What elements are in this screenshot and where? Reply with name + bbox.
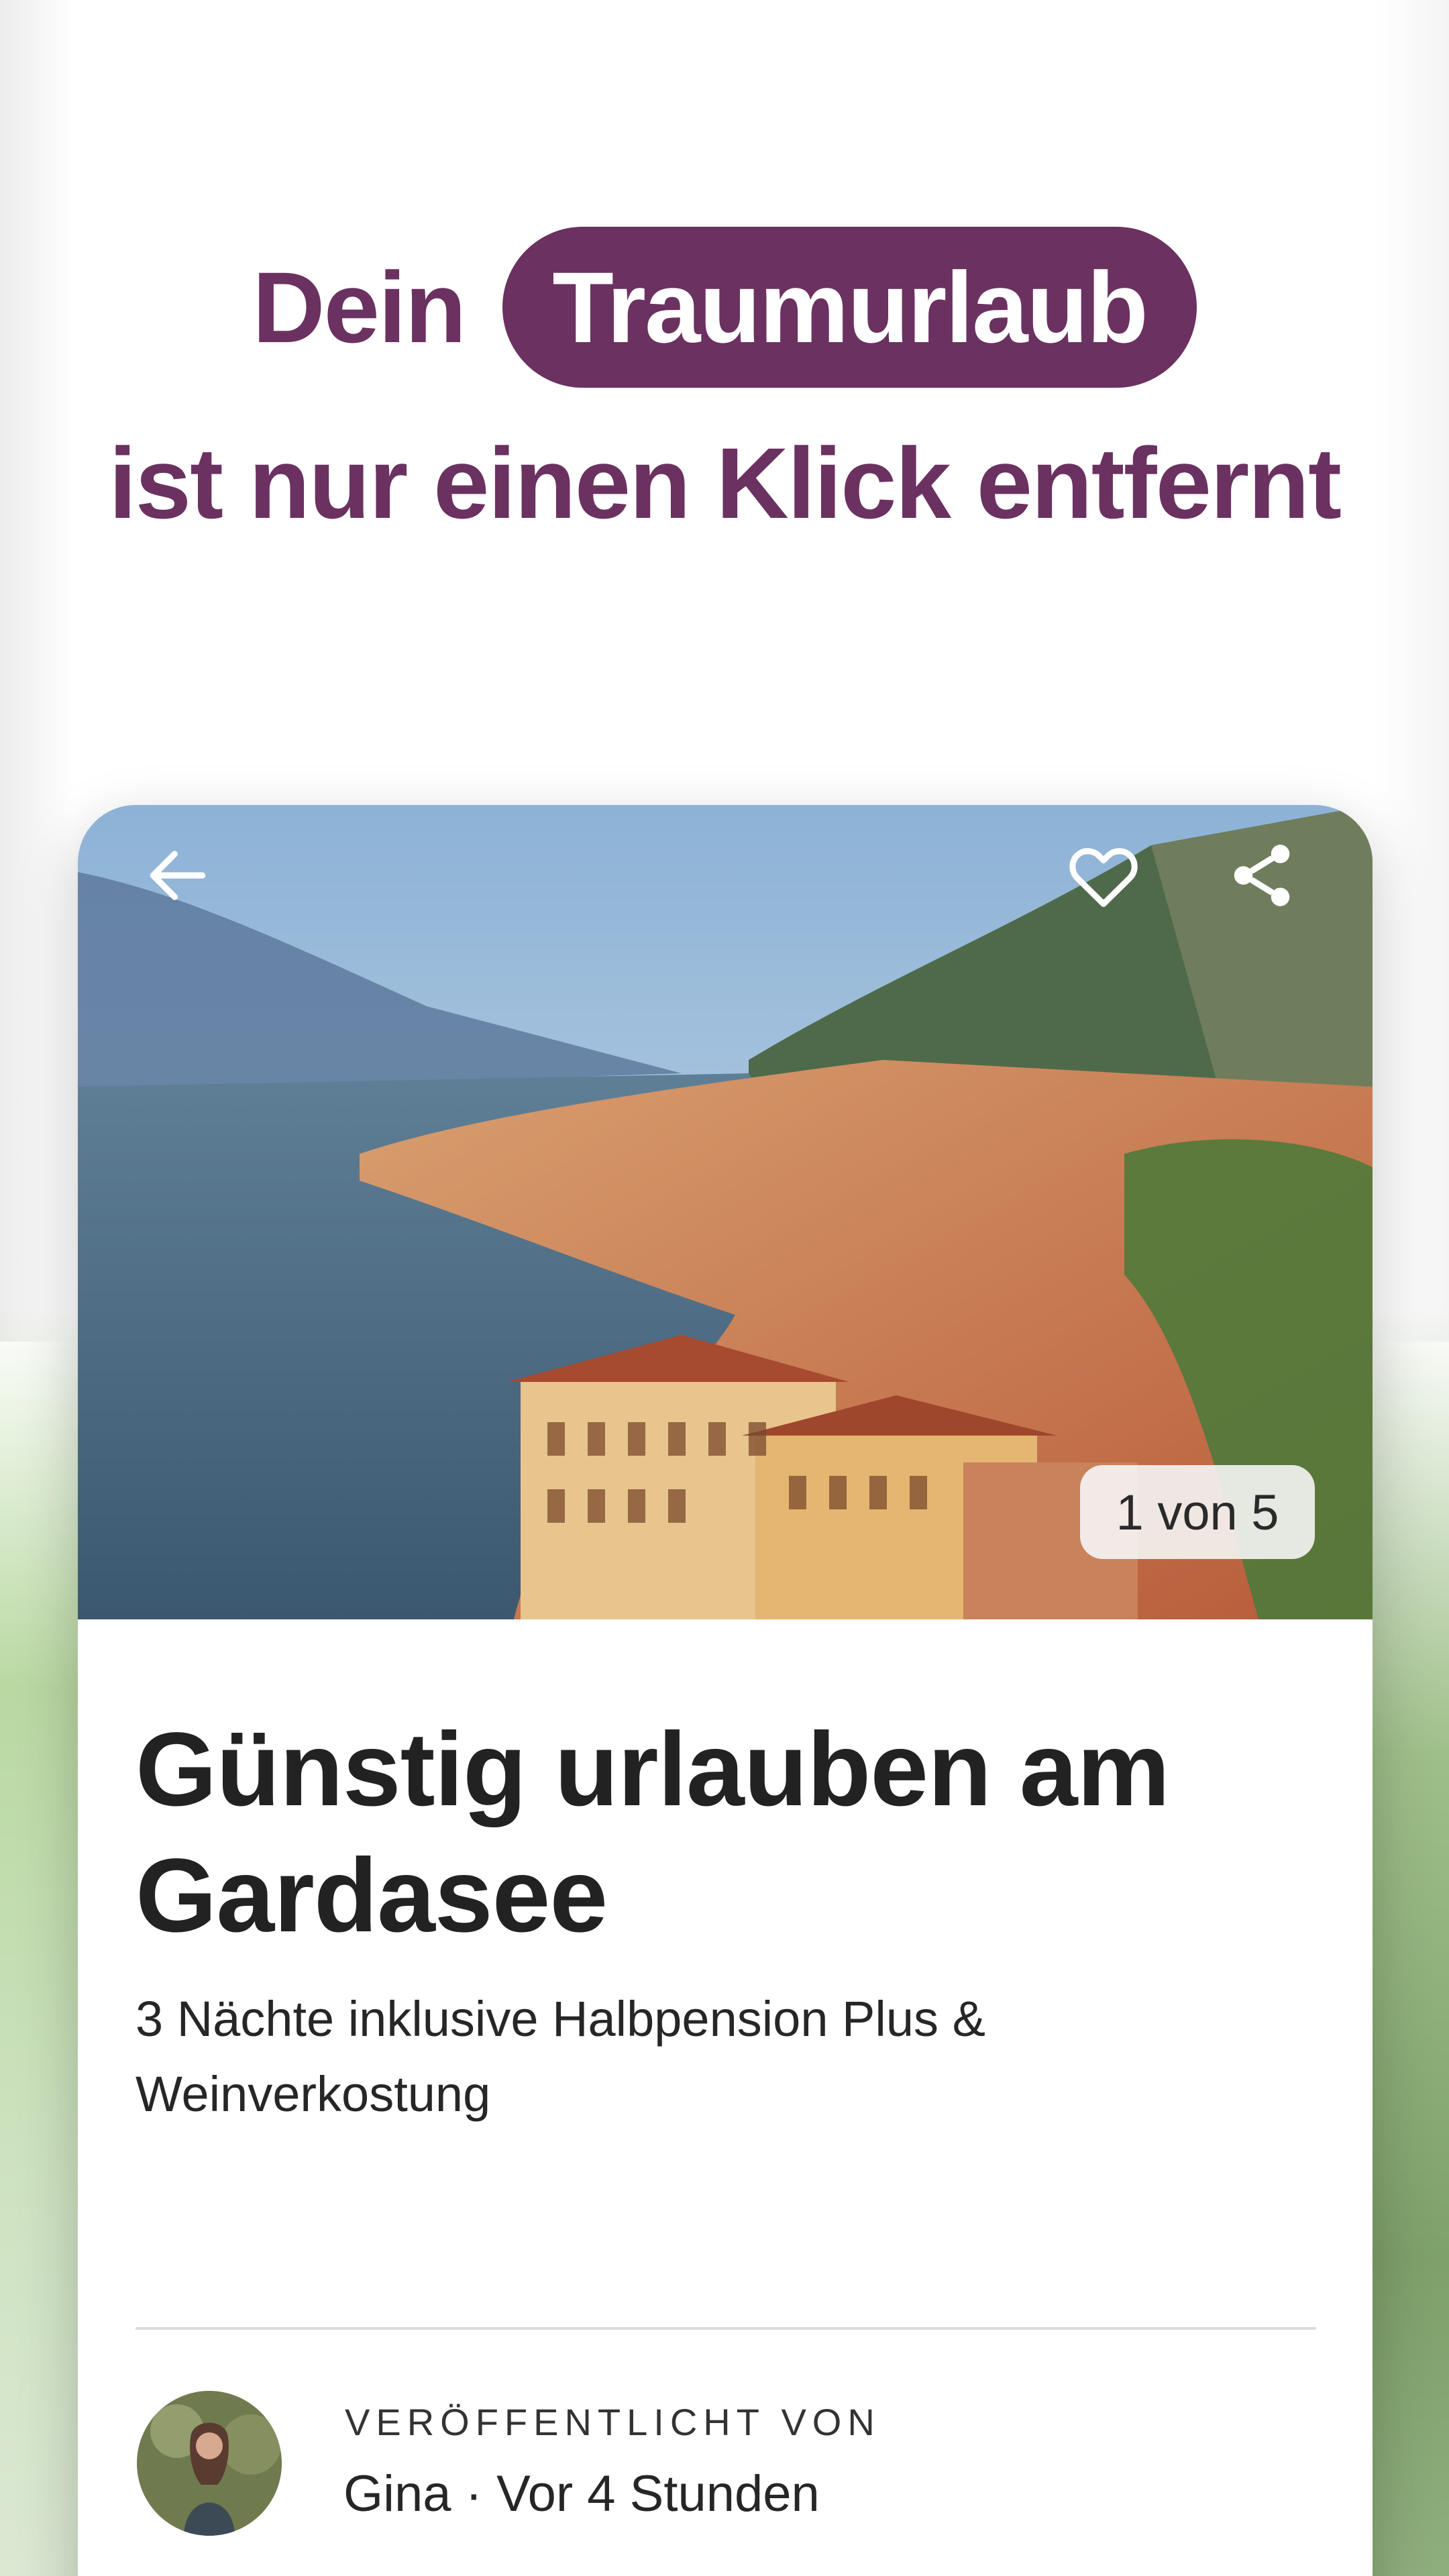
headline-highlight-pill: Traumurlaub: [502, 227, 1197, 388]
deal-card[interactable]: 1 von 5 Günstig urlauben am Gardasee 3 N…: [78, 805, 1373, 2576]
arrow-left-icon: [150, 851, 206, 900]
back-button[interactable]: [134, 832, 221, 919]
share-button[interactable]: [1218, 832, 1305, 919]
author-meta[interactable]: Gina · Vor 4 Stunden: [343, 2465, 820, 2523]
published-by-label: VERÖFFENTLICHT VON: [345, 2401, 881, 2443]
avatar-photo: [137, 2391, 282, 2536]
deal-hero-image[interactable]: 1 von 5: [78, 805, 1373, 1619]
image-counter-badge: 1 von 5: [1080, 1465, 1315, 1559]
headline-prefix: Dein: [252, 250, 466, 364]
deal-subtitle: 3 Nächte inklusive Halbpension Plus & We…: [136, 1991, 985, 2122]
headline-line-2: ist nur einen Klick entfernt: [109, 427, 1342, 539]
heart-icon: [1069, 848, 1138, 907]
share-icon: [1234, 845, 1290, 906]
headline-line-1: Dein Traumurlaub: [0, 227, 1449, 388]
author-avatar[interactable]: [137, 2391, 282, 2536]
deal-title[interactable]: Günstig urlauben am Gardasee: [136, 1707, 1316, 1959]
divider: [136, 2327, 1316, 2330]
favorite-button[interactable]: [1060, 832, 1147, 919]
